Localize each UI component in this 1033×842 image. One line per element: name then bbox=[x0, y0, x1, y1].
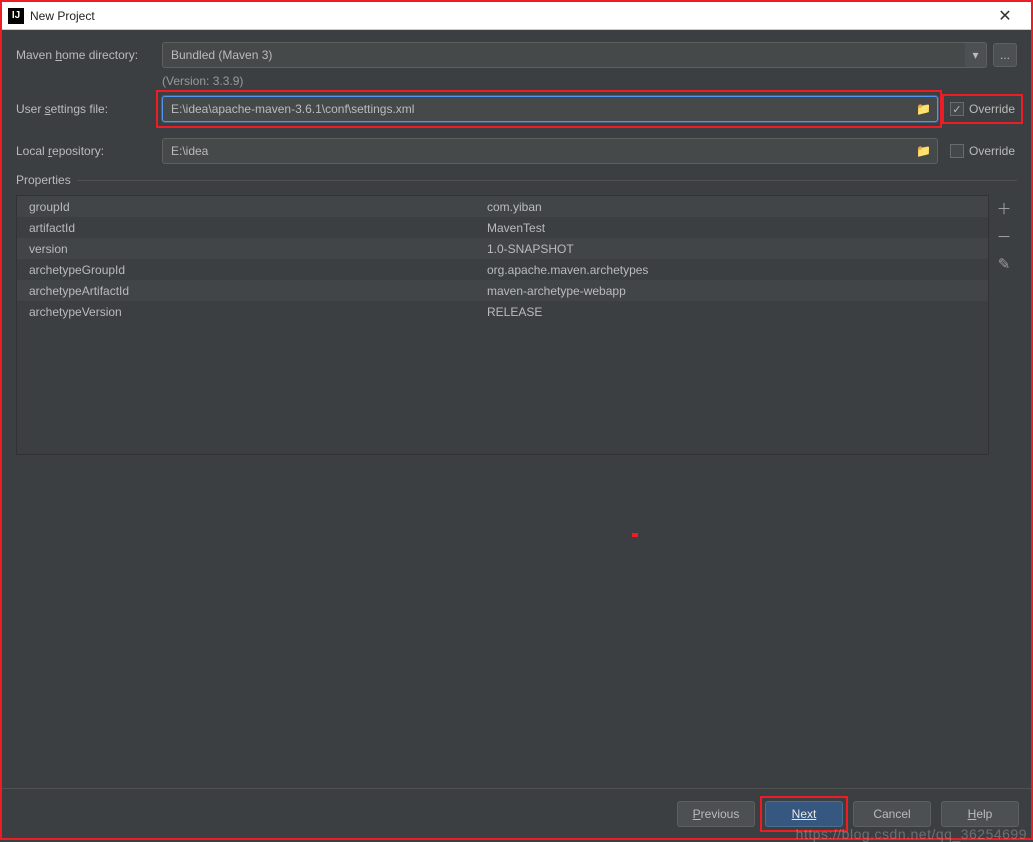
override-settings-checkbox[interactable] bbox=[950, 102, 964, 116]
close-button[interactable]: ✕ bbox=[985, 6, 1025, 26]
user-settings-label: User settings file: bbox=[16, 102, 162, 116]
remove-property-button[interactable]: － bbox=[993, 225, 1015, 247]
edit-property-button[interactable]: ✎ bbox=[993, 253, 1015, 275]
browse-maven-home-button[interactable]: ... bbox=[993, 43, 1017, 67]
maven-home-label: Maven home directory: bbox=[16, 48, 162, 62]
override-repo-label: Override bbox=[969, 144, 1015, 158]
property-key: groupId bbox=[17, 200, 487, 214]
table-row[interactable]: archetypeGroupIdorg.apache.maven.archety… bbox=[17, 259, 988, 280]
next-button[interactable]: Next bbox=[765, 801, 843, 827]
property-value: 1.0-SNAPSHOT bbox=[487, 242, 988, 256]
property-key: archetypeGroupId bbox=[17, 263, 487, 277]
cancel-button[interactable]: Cancel bbox=[853, 801, 931, 827]
property-value: maven-archetype-webapp bbox=[487, 284, 988, 298]
help-button[interactable]: Help bbox=[941, 801, 1019, 827]
property-value: com.yiban bbox=[487, 200, 988, 214]
dropdown-arrow-icon[interactable]: ▾ bbox=[965, 42, 987, 68]
property-key: archetypeArtifactId bbox=[17, 284, 487, 298]
property-value: org.apache.maven.archetypes bbox=[487, 263, 988, 277]
folder-icon[interactable]: 📁 bbox=[916, 102, 931, 116]
folder-icon[interactable]: 📁 bbox=[916, 144, 931, 158]
table-row[interactable]: archetypeArtifactIdmaven-archetype-webap… bbox=[17, 280, 988, 301]
table-row[interactable]: artifactIdMavenTest bbox=[17, 217, 988, 238]
local-repo-label: Local repository: bbox=[16, 144, 162, 158]
user-settings-input[interactable]: E:\idea\apache-maven-3.6.1\conf\settings… bbox=[162, 96, 938, 122]
table-row[interactable]: groupIdcom.yiban bbox=[17, 196, 988, 217]
table-row[interactable]: archetypeVersionRELEASE bbox=[17, 301, 988, 322]
marker-dot bbox=[632, 533, 638, 537]
property-key: version bbox=[17, 242, 487, 256]
property-key: artifactId bbox=[17, 221, 487, 235]
property-key: archetypeVersion bbox=[17, 305, 487, 319]
override-settings-label: Override bbox=[969, 102, 1015, 116]
maven-version-text: (Version: 3.3.9) bbox=[162, 74, 1017, 88]
property-value: MavenTest bbox=[487, 221, 988, 235]
app-icon: IJ bbox=[8, 8, 24, 24]
properties-table: groupIdcom.yibanartifactIdMavenTestversi… bbox=[16, 195, 989, 455]
properties-legend: Properties bbox=[16, 173, 77, 187]
previous-button[interactable]: Previous bbox=[677, 801, 755, 827]
maven-home-dropdown[interactable]: Bundled (Maven 3) bbox=[162, 42, 965, 68]
title-bar: IJ New Project ✕ bbox=[2, 2, 1031, 30]
local-repo-input[interactable]: E:\idea 📁 bbox=[162, 138, 938, 164]
add-property-button[interactable]: ＋ bbox=[993, 197, 1015, 219]
property-value: RELEASE bbox=[487, 305, 988, 319]
override-repo-checkbox[interactable] bbox=[950, 144, 964, 158]
table-row[interactable]: version1.0-SNAPSHOT bbox=[17, 238, 988, 259]
window-title: New Project bbox=[30, 9, 985, 23]
